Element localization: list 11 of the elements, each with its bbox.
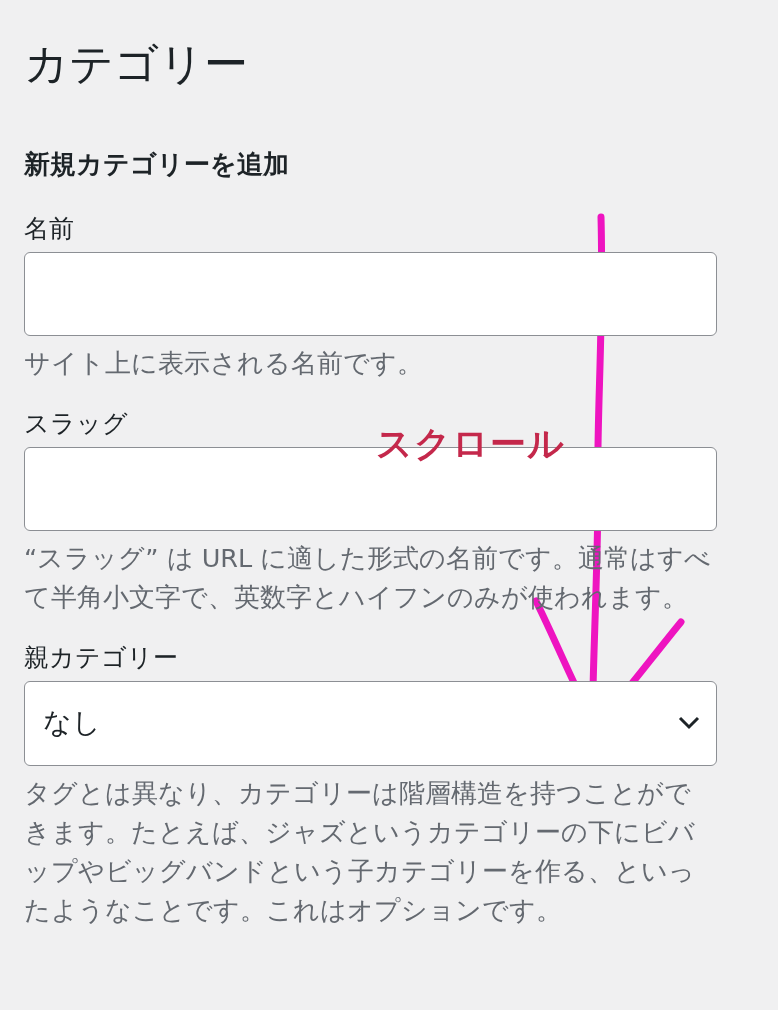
page-title: カテゴリー xyxy=(24,38,249,91)
field-label: 親カテゴリー xyxy=(24,643,178,673)
field-label: スラッグ xyxy=(24,409,128,439)
annotation-text: スクロール xyxy=(376,422,565,466)
text-field[interactable] xyxy=(24,252,717,336)
help-text: タグとは異なり、カテゴリーは階層構造を持つことができます。たとえば、ジャズというカテゴリーの下にビバップやビッグバンドという子カテゴリーを作る、といったようなことです。これはオプションです。 xyxy=(24,777,696,927)
help-text: サイト上に表示される名前です。 xyxy=(24,347,424,380)
chevron-down-icon xyxy=(678,716,700,731)
section-heading: 新規カテゴリーを追加 xyxy=(24,148,290,180)
dropdown-field[interactable]: なし xyxy=(24,681,717,766)
field-label: 名前 xyxy=(24,214,74,244)
